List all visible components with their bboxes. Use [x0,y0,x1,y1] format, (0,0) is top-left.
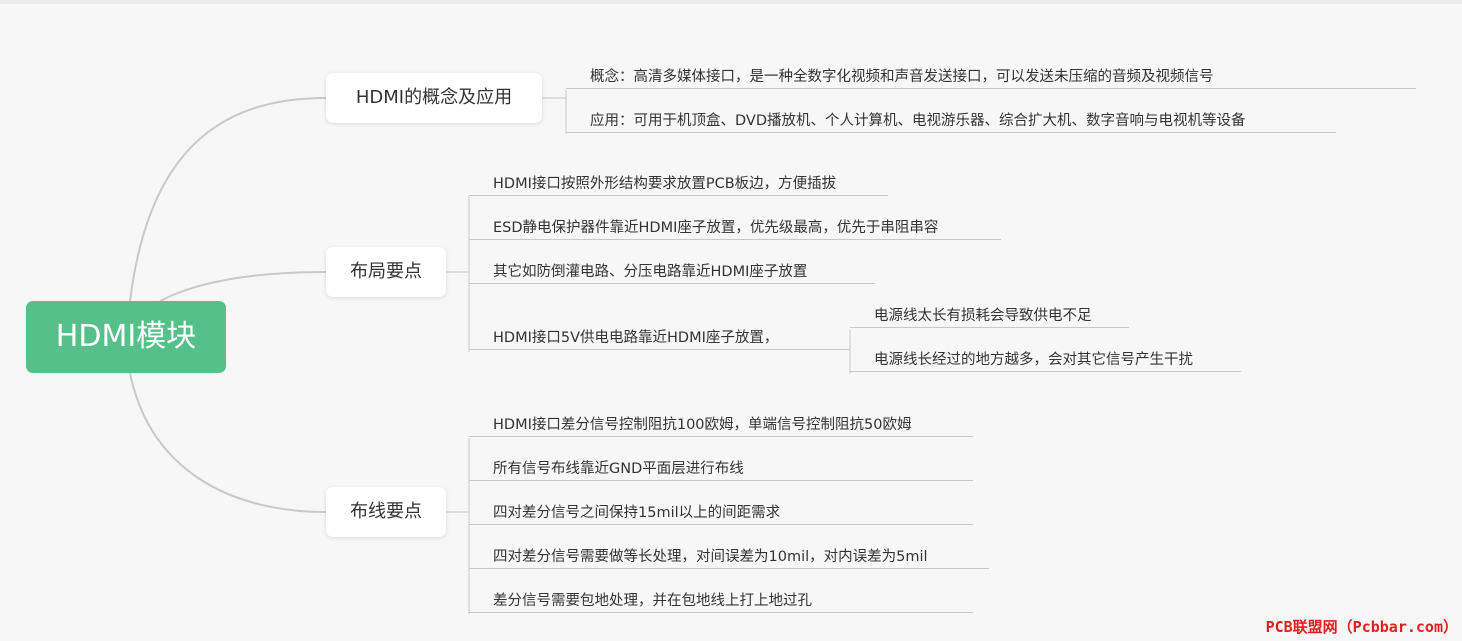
leaf-label: 电源线长经过的地方越多，会对其它信号产生干扰 [874,352,1193,368]
leaf-label: 应用：可用于机顶盒、DVD播放机、个人计算机、电视游乐器、综合扩大机、数字音响与… [590,113,1246,129]
leaf-label: 电源线太长有损耗会导致供电不足 [874,308,1092,324]
leaf-label: 所有信号布线靠近GND平面层进行布线 [493,461,744,477]
leaf-application[interactable]: 应用：可用于机顶盒、DVD播放机、个人计算机、电视游乐器、综合扩大机、数字音响与… [566,110,1336,133]
leaf-label: HDMI接口差分信号控制阻抗100欧姆，单端信号控制阻抗50欧姆 [493,417,912,433]
link-root-branch-3 [129,372,327,513]
leaf-label: 差分信号需要包地处理，并在包地线上打上地过孔 [493,593,812,609]
branch-node-concept[interactable]: HDMI的概念及应用 [326,73,542,123]
leaf-layout-4-sub-1[interactable]: 电源线太长有损耗会导致供电不足 [850,305,1129,328]
leaf-layout-1[interactable]: HDMI接口按照外形结构要求放置PCB板边，方便插拔 [469,173,888,196]
leaf-routing-1[interactable]: HDMI接口差分信号控制阻抗100欧姆，单端信号控制阻抗50欧姆 [469,414,973,437]
branch-node-layout[interactable]: 布局要点 [326,247,446,297]
link-root-branch-2 [159,271,327,302]
root-node[interactable]: HDMI模块 [26,301,226,373]
leaf-routing-4[interactable]: 四对差分信号需要做等长处理，对间误差为10mil，对内误差为5mil [469,546,989,569]
leaf-routing-3[interactable]: 四对差分信号之间保持15mil以上的间距需求 [469,502,973,525]
leaf-label: 其它如防倒灌电路、分压电路靠近HDMI座子放置 [493,264,808,280]
branch-node-routing[interactable]: 布线要点 [326,487,446,537]
leaf-layout-2[interactable]: ESD静电保护器件靠近HDMI座子放置，优先级最高，优先于串阻串容 [469,217,1001,240]
leaf-label: HDMI接口按照外形结构要求放置PCB板边，方便插拔 [493,176,837,192]
leaf-label: ESD静电保护器件靠近HDMI座子放置，优先级最高，优先于串阻串容 [493,220,939,236]
leaf-layout-4-sub-2[interactable]: 电源线长经过的地方越多，会对其它信号产生干扰 [850,349,1241,372]
leaf-layout-4[interactable]: HDMI接口5V供电电路靠近HDMI座子放置， [469,327,850,350]
leaf-layout-3[interactable]: 其它如防倒灌电路、分压电路靠近HDMI座子放置 [469,261,875,284]
leaf-label: 概念：高清多媒体接口，是一种全数字化视频和声音发送接口，可以发送未压缩的音频及视… [590,69,1214,85]
link-root-branch-1 [129,97,327,302]
leaf-routing-5[interactable]: 差分信号需要包地处理，并在包地线上打上地过孔 [469,590,973,613]
leaf-concept[interactable]: 概念：高清多媒体接口，是一种全数字化视频和声音发送接口，可以发送未压缩的音频及视… [566,66,1416,89]
watermark-text: PCB联盟网（Pcbbar.com） [1265,618,1458,636]
leaf-label: 四对差分信号之间保持15mil以上的间距需求 [493,505,781,521]
leaf-label: HDMI接口5V供电电路靠近HDMI座子放置， [493,330,779,346]
leaf-routing-2[interactable]: 所有信号布线靠近GND平面层进行布线 [469,458,973,481]
leaf-label: 四对差分信号需要做等长处理，对间误差为10mil，对内误差为5mil [493,549,928,565]
